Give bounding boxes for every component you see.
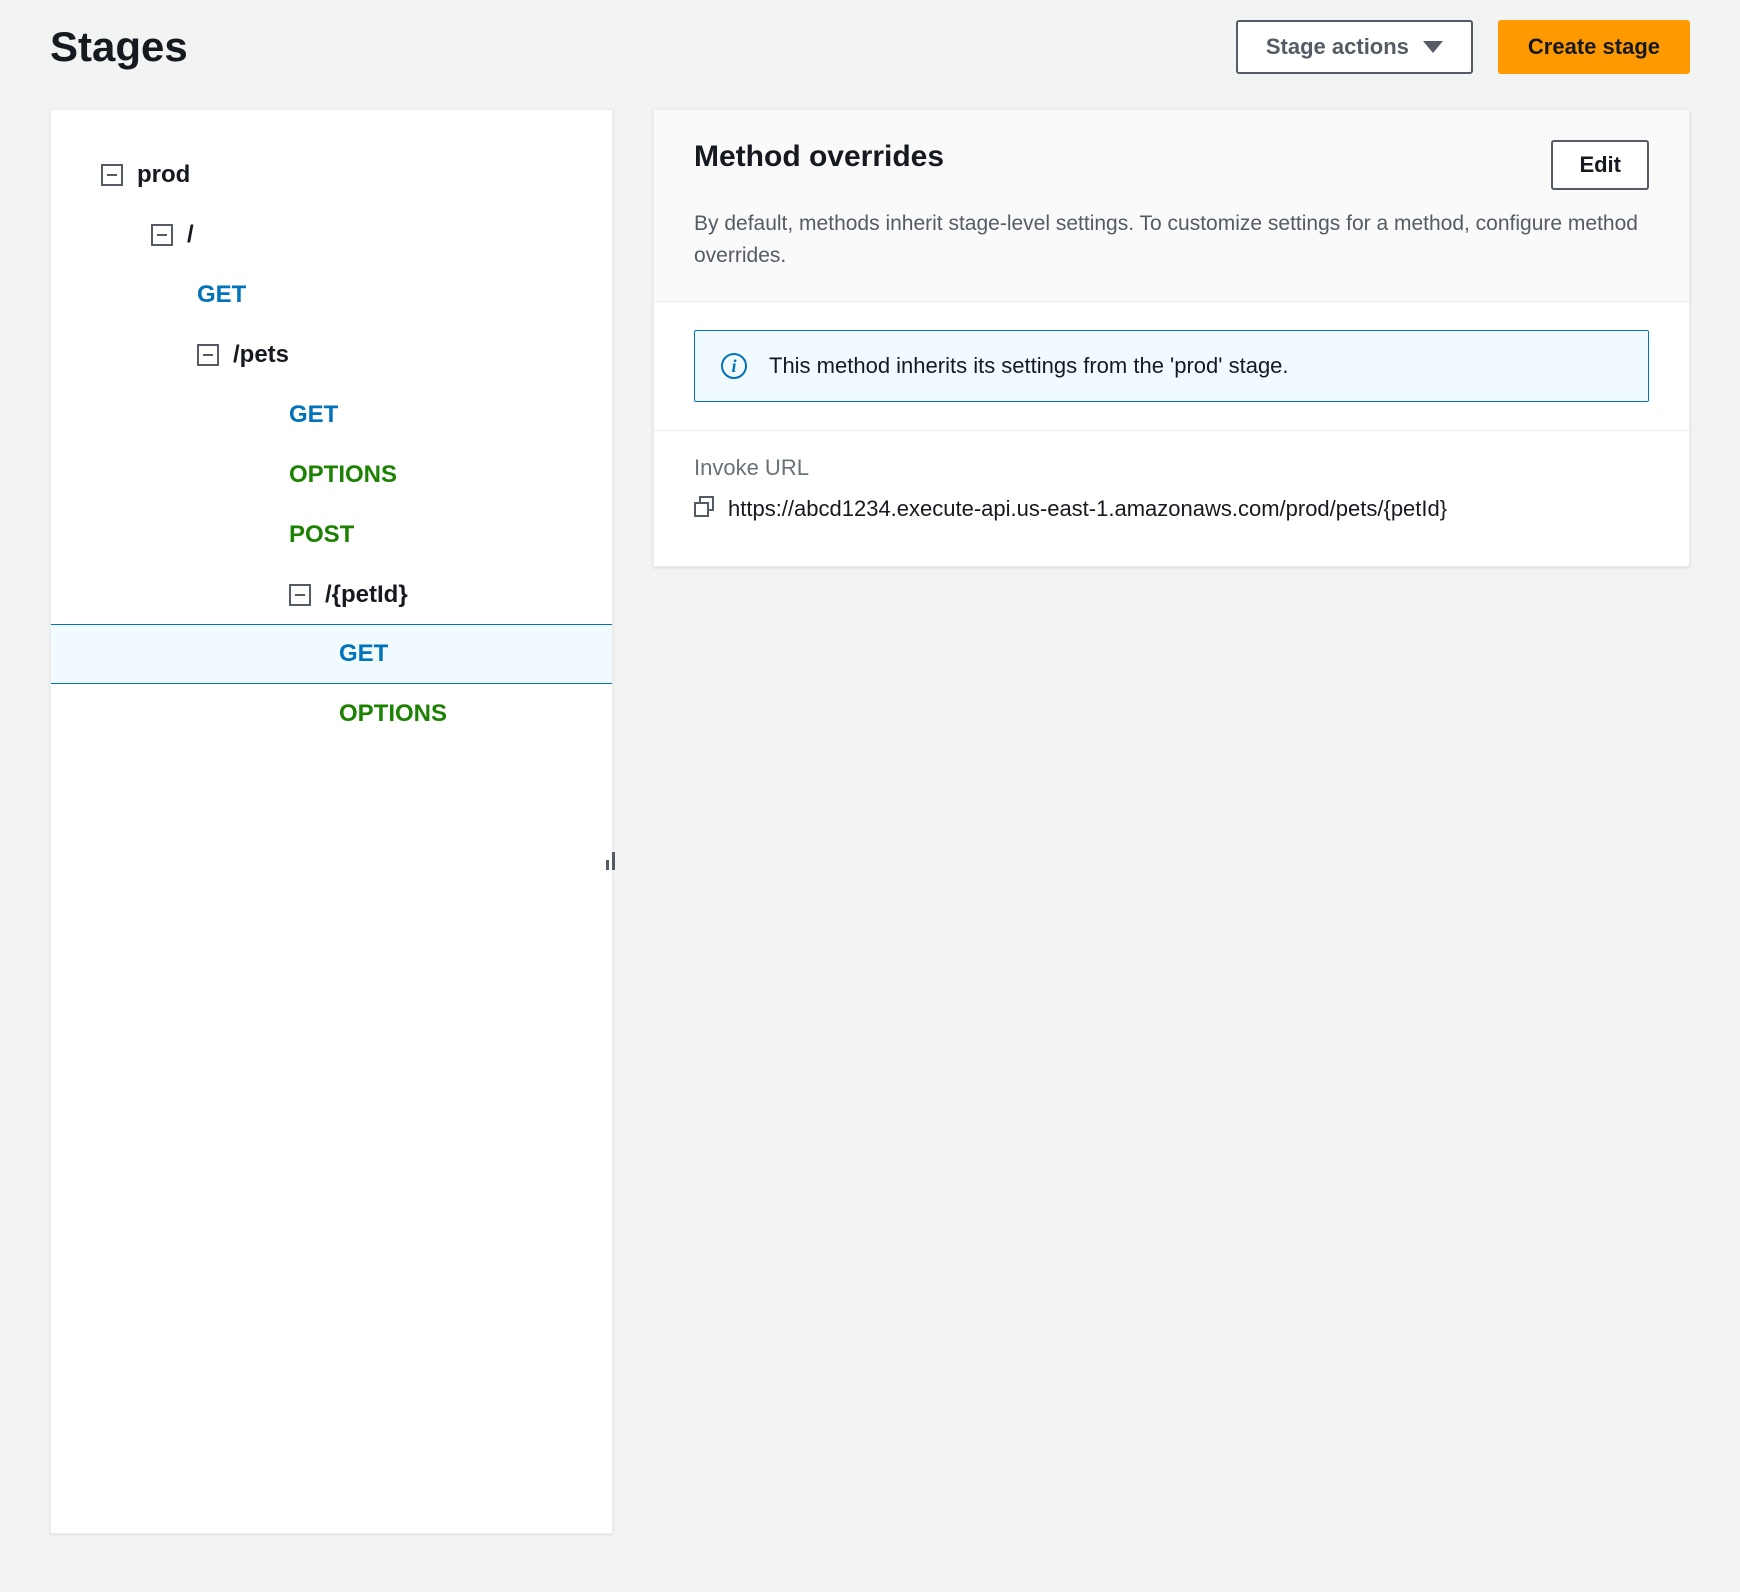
collapse-icon[interactable] (197, 344, 219, 366)
info-message: This method inherits its settings from t… (769, 353, 1289, 379)
invoke-url-value: https://abcd1234.execute-api.us-east-1.a… (728, 491, 1447, 526)
tree-resource-label: / (187, 221, 194, 249)
create-stage-label: Create stage (1528, 34, 1660, 60)
method-overrides-description: By default, methods inherit stage-level … (694, 208, 1649, 271)
tree-method-label: OPTIONS (339, 700, 447, 728)
tree-method-root-get[interactable]: GET (51, 265, 612, 325)
tree-method-label: OPTIONS (289, 461, 397, 489)
stage-actions-button[interactable]: Stage actions (1236, 20, 1473, 74)
tree-method-label: POST (289, 521, 354, 549)
tree-method-pets-get[interactable]: GET (51, 385, 612, 445)
invoke-url-label: Invoke URL (694, 455, 1649, 481)
tree-stage-label: prod (137, 161, 190, 189)
tree-method-petid-options[interactable]: OPTIONS (51, 684, 612, 744)
collapse-icon[interactable] (289, 584, 311, 606)
tree-method-label: GET (197, 281, 246, 309)
stage-tree-panel: prod / GET /pets GET OPTIONS POST /{petI… (50, 109, 613, 1534)
tree-stage-prod[interactable]: prod (51, 145, 612, 205)
create-stage-button[interactable]: Create stage (1498, 20, 1690, 74)
tree-resource-root[interactable]: / (51, 205, 612, 265)
stage-actions-label: Stage actions (1266, 34, 1409, 60)
method-overrides-title: Method overrides (694, 140, 944, 174)
collapse-icon[interactable] (151, 224, 173, 246)
tree-method-pets-post[interactable]: POST (51, 505, 612, 565)
tree-method-label: GET (289, 401, 338, 429)
info-icon: i (721, 353, 747, 379)
panel-resize-handle[interactable] (606, 852, 615, 870)
tree-method-petid-get[interactable]: GET (51, 624, 612, 684)
info-alert: i This method inherits its settings from… (694, 330, 1649, 402)
method-overrides-panel: Method overrides Edit By default, method… (653, 109, 1690, 567)
tree-resource-label: /pets (233, 341, 289, 369)
page-title: Stages (50, 23, 188, 71)
collapse-icon[interactable] (101, 164, 123, 186)
tree-method-label: GET (339, 640, 388, 668)
tree-method-pets-options[interactable]: OPTIONS (51, 445, 612, 505)
copy-icon[interactable] (694, 496, 716, 518)
edit-button[interactable]: Edit (1551, 140, 1649, 190)
tree-resource-pets[interactable]: /pets (51, 325, 612, 385)
tree-resource-label: /{petId} (325, 581, 408, 609)
header-buttons: Stage actions Create stage (1236, 20, 1690, 74)
chevron-down-icon (1423, 41, 1443, 53)
tree-resource-petid[interactable]: /{petId} (51, 565, 612, 625)
